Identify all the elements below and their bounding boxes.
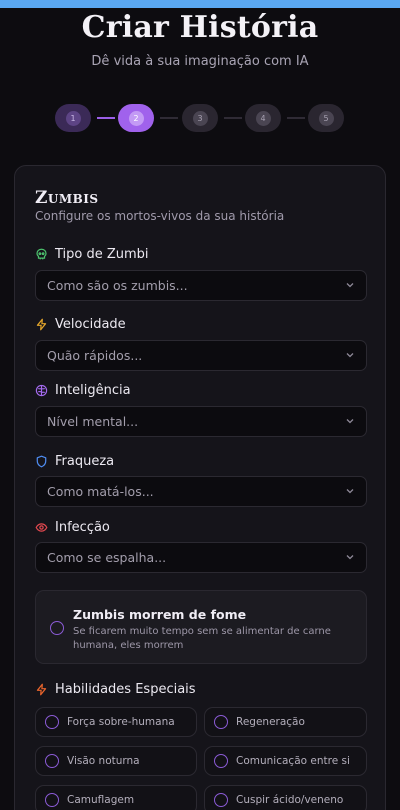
ability-option[interactable]: Visão noturna bbox=[35, 746, 197, 776]
step-3[interactable]: 3 bbox=[182, 104, 218, 132]
zombie-type-select[interactable]: Como são os zumbis... bbox=[35, 270, 367, 301]
ability-radio bbox=[214, 793, 228, 807]
ability-option[interactable]: Força sobre-humana bbox=[35, 707, 197, 737]
step-connector bbox=[160, 117, 178, 119]
select-placeholder: Nível mental... bbox=[47, 414, 139, 429]
field-label: Habilidades Especiais bbox=[55, 682, 196, 697]
progress-stepper: 1 2 3 4 5 bbox=[0, 104, 400, 132]
infection-select[interactable]: Como se espalha... bbox=[35, 542, 367, 573]
lightning-icon bbox=[36, 683, 47, 696]
ability-option[interactable]: Comunicação entre si bbox=[204, 746, 367, 776]
ability-radio bbox=[45, 715, 59, 729]
step-number: 3 bbox=[192, 110, 208, 126]
page-title: Criar História bbox=[81, 10, 319, 45]
chevron-down-icon bbox=[346, 283, 354, 288]
select-placeholder: Como se espalha... bbox=[47, 550, 167, 565]
speed-select[interactable]: Quão rápidos... bbox=[35, 340, 367, 371]
field-label: Velocidade bbox=[55, 317, 126, 332]
lightning-icon bbox=[36, 318, 47, 331]
speed-label: Velocidade bbox=[35, 317, 126, 332]
top-accent-bar bbox=[0, 0, 400, 8]
step-1[interactable]: 1 bbox=[55, 104, 91, 132]
step-number: 5 bbox=[318, 110, 334, 126]
step-number: 2 bbox=[128, 110, 144, 126]
intelligence-label: Inteligência bbox=[35, 383, 131, 398]
chevron-down-icon bbox=[346, 489, 354, 494]
starve-description: Se ficarem muito tempo sem se alimentar … bbox=[73, 626, 331, 651]
skull-icon bbox=[36, 248, 47, 260]
step-connector bbox=[287, 117, 305, 119]
card-subtitle: Configure os mortos-vivos da sua históri… bbox=[35, 209, 285, 223]
step-number: 1 bbox=[65, 110, 81, 126]
page-subtitle: Dê vida à sua imaginação com IA bbox=[91, 54, 309, 69]
ability-label: Regeneração bbox=[236, 716, 305, 728]
brain-icon bbox=[35, 384, 48, 397]
ability-label: Força sobre-humana bbox=[67, 716, 175, 728]
chevron-down-icon bbox=[346, 353, 354, 358]
select-placeholder: Como matá-los... bbox=[47, 484, 154, 499]
shield-icon bbox=[36, 455, 47, 468]
field-label: Inteligência bbox=[55, 383, 131, 398]
chevron-down-icon bbox=[346, 419, 354, 424]
ability-option[interactable]: Regeneração bbox=[204, 707, 367, 737]
step-connector bbox=[97, 117, 115, 119]
card-title: Zumbis bbox=[35, 188, 99, 208]
eye-icon bbox=[35, 523, 48, 532]
weakness-select[interactable]: Como matá-los... bbox=[35, 476, 367, 507]
ability-radio bbox=[45, 793, 59, 807]
step-number: 4 bbox=[255, 110, 271, 126]
starve-title: Zumbis morrem de fome bbox=[73, 607, 247, 622]
step-connector bbox=[224, 117, 242, 119]
ability-radio bbox=[214, 715, 228, 729]
ability-label: Cuspir ácido/veneno bbox=[236, 794, 344, 806]
abilities-label: Habilidades Especiais bbox=[35, 682, 196, 697]
zombie-config-card: Zumbis Configure os mortos-vivos da sua … bbox=[14, 165, 386, 810]
step-2[interactable]: 2 bbox=[118, 104, 154, 132]
weakness-label: Fraqueza bbox=[35, 454, 114, 469]
ability-label: Comunicação entre si bbox=[236, 755, 350, 767]
ability-option[interactable]: Camuflagem bbox=[35, 785, 197, 810]
select-placeholder: Como são os zumbis... bbox=[47, 278, 188, 293]
starve-radio[interactable] bbox=[50, 621, 64, 635]
ability-option[interactable]: Cuspir ácido/veneno bbox=[204, 785, 367, 810]
ability-label: Visão noturna bbox=[67, 755, 140, 767]
ability-label: Camuflagem bbox=[67, 794, 135, 806]
chevron-down-icon bbox=[346, 555, 354, 560]
ability-radio bbox=[214, 754, 228, 768]
field-label: Tipo de Zumbi bbox=[55, 247, 149, 262]
field-label: Fraqueza bbox=[55, 454, 115, 469]
field-label: Infecção bbox=[55, 520, 110, 535]
intelligence-select[interactable]: Nível mental... bbox=[35, 406, 367, 437]
step-4[interactable]: 4 bbox=[245, 104, 281, 132]
select-placeholder: Quão rápidos... bbox=[47, 348, 143, 363]
step-5[interactable]: 5 bbox=[308, 104, 344, 132]
zombie-type-label: Tipo de Zumbi bbox=[35, 247, 149, 262]
ability-radio bbox=[45, 754, 59, 768]
infection-label: Infecção bbox=[35, 520, 110, 535]
starve-option[interactable]: Zumbis morrem de fome Se ficarem muito t… bbox=[35, 590, 367, 664]
